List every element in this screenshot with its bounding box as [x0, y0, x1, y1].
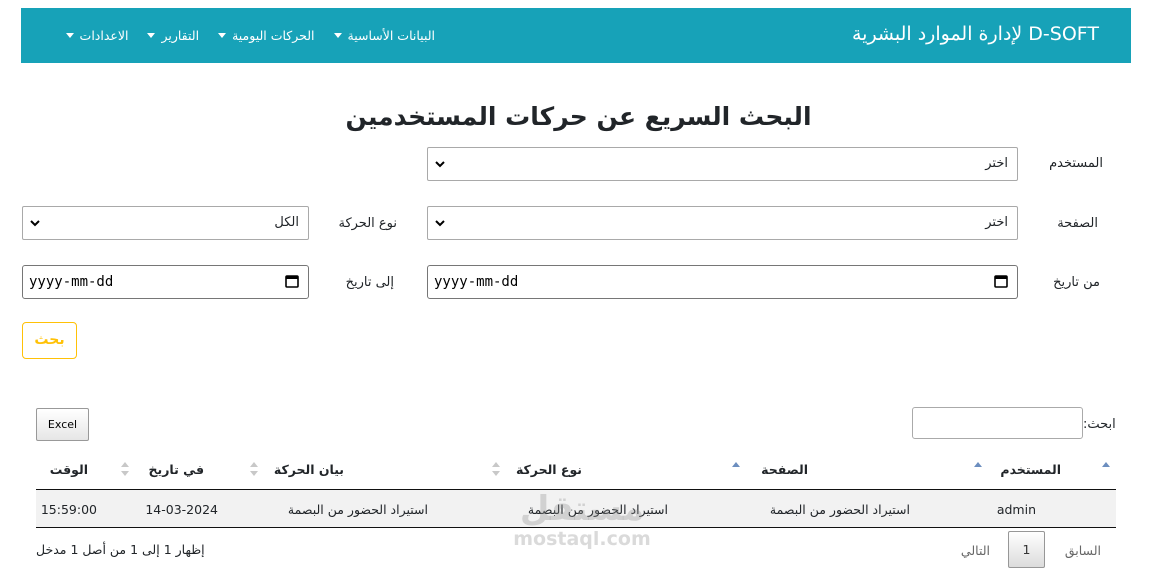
excel-export-button[interactable]: Excel	[36, 408, 89, 441]
table-filter-label: ابحث:	[1083, 417, 1116, 432]
pagination-next[interactable]: التالي	[961, 543, 990, 558]
sort-asc-icon	[732, 462, 740, 467]
table-info: إظهار 1 إلى 1 من أصل 1 مدخل	[36, 542, 205, 557]
page-title: البحث السريع عن حركات المستخدمين	[345, 102, 812, 131]
nav-item-label: الاعدادات	[79, 28, 129, 43]
pagination-previous[interactable]: السابق	[1065, 543, 1101, 558]
cell-user: admin	[996, 502, 1036, 517]
chevron-down-icon	[435, 161, 445, 168]
search-button[interactable]: بحث	[22, 322, 77, 359]
user-select-value: اختر	[985, 156, 1008, 171]
sort-asc-icon	[974, 462, 982, 467]
table-filter-input[interactable]	[912, 407, 1083, 439]
from-date-value: yyyy-mm-dd	[434, 274, 519, 290]
cell-date: 14-03-2024	[145, 502, 218, 517]
caret-down-icon	[218, 33, 227, 38]
nav-item-label: التقارير	[161, 28, 200, 43]
cell-page: استيراد الحضور من البصمة	[769, 502, 910, 517]
nav-menu: البيانات الأساسية الحركات اليومية التقار…	[65, 8, 436, 63]
calendar-icon[interactable]	[994, 274, 1008, 288]
to-date-label: إلى تاريخ	[345, 275, 394, 290]
column-header-user[interactable]: المستخدم	[1000, 462, 1061, 488]
movement-type-select-value: الكل	[274, 215, 299, 230]
sort-both-icon	[121, 462, 129, 476]
top-navbar: D-SOFT لإدارة الموارد البشرية البيانات ا…	[21, 8, 1131, 63]
caret-down-icon	[65, 33, 74, 38]
to-date-input[interactable]: yyyy-mm-dd	[22, 265, 309, 299]
nav-item-reports[interactable]: التقارير	[147, 28, 199, 43]
cell-movement-type: استيراد الحضور من البصمة	[527, 502, 668, 517]
brand-title[interactable]: D-SOFT لإدارة الموارد البشرية	[852, 23, 1099, 45]
page-label: الصفحة	[1057, 216, 1098, 231]
from-date-label: من تاريخ	[1053, 275, 1100, 290]
cell-time: 15:59:00	[40, 502, 97, 517]
nav-item-basic-data[interactable]: البيانات الأساسية	[333, 28, 436, 43]
to-date-value: yyyy-mm-dd	[29, 274, 114, 290]
user-label: المستخدم	[1049, 156, 1103, 171]
nav-item-label: البيانات الأساسية	[347, 28, 436, 43]
page-select[interactable]: اختر	[427, 206, 1018, 240]
from-date-input[interactable]: yyyy-mm-dd	[427, 265, 1018, 299]
movement-type-label: نوع الحركة	[338, 216, 397, 231]
column-header-page[interactable]: الصفحة	[761, 462, 808, 488]
chevron-down-icon	[435, 220, 445, 227]
sort-both-icon	[250, 462, 258, 476]
nav-item-label: الحركات اليومية	[232, 28, 315, 43]
chevron-down-icon	[30, 220, 40, 227]
column-header-movement-desc[interactable]: بيان الحركة	[274, 462, 344, 488]
user-select[interactable]: اختر	[427, 147, 1018, 181]
column-header-movement-type[interactable]: نوع الحركة	[516, 462, 582, 488]
caret-down-icon	[147, 33, 156, 38]
caret-down-icon	[333, 33, 342, 38]
cell-movement-desc: استيراد الحضور من البصمة	[287, 502, 428, 517]
sort-asc-icon	[1102, 462, 1110, 467]
sort-both-icon	[492, 462, 500, 476]
page-select-value: اختر	[985, 215, 1008, 230]
nav-item-daily-movements[interactable]: الحركات اليومية	[218, 28, 315, 43]
nav-item-settings[interactable]: الاعدادات	[65, 28, 129, 43]
column-header-time[interactable]: الوقت	[50, 462, 88, 488]
table-bottom-divider	[36, 527, 1116, 528]
movement-type-select[interactable]: الكل	[22, 206, 309, 240]
column-header-date[interactable]: في تاريخ	[149, 462, 204, 488]
pagination-current-page[interactable]: 1	[1008, 531, 1045, 568]
watermark-latin: mostaql.com	[513, 528, 651, 550]
calendar-icon[interactable]	[285, 274, 299, 288]
